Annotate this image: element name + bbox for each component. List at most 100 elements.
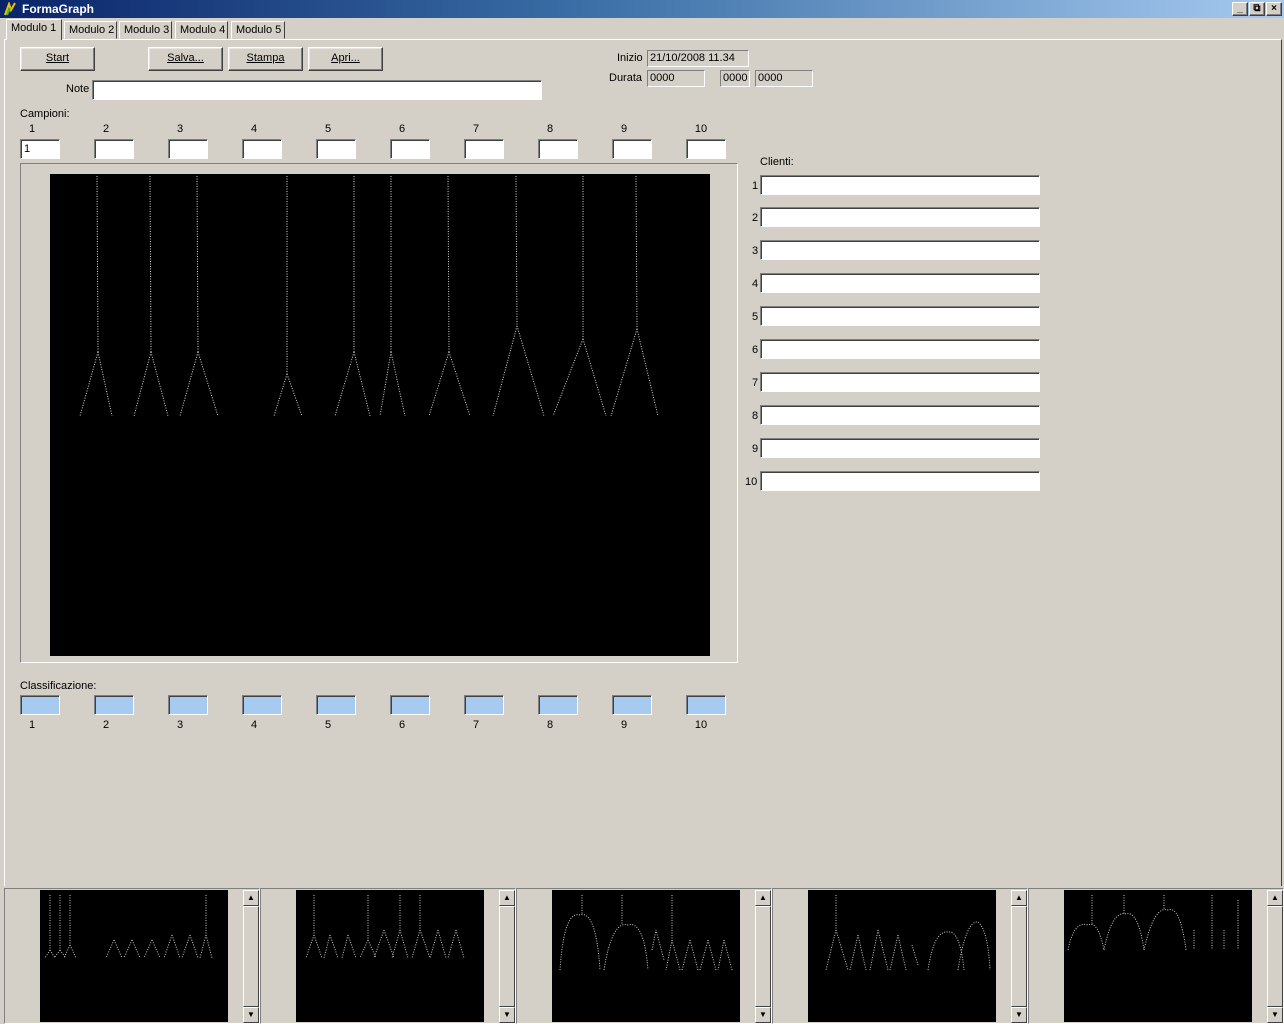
campione-input-2[interactable] — [94, 139, 134, 159]
campione-number: 10 — [694, 123, 708, 135]
scroll-up-icon[interactable]: ▲ — [755, 890, 771, 906]
module-3-scrollbar[interactable]: ▲ ▼ — [755, 890, 771, 1023]
cliente-number: 2 — [752, 212, 759, 224]
classificazione-box-3 — [168, 695, 208, 715]
classificazione-box-10 — [686, 695, 726, 715]
scroll-down-icon[interactable]: ▼ — [1011, 1007, 1027, 1023]
classificazione-box-7 — [464, 695, 504, 715]
module-5-thumbnail-panel[interactable]: ▲ ▼ — [1028, 888, 1284, 1024]
scroll-thumb[interactable] — [1011, 906, 1027, 1007]
cliente-number: 3 — [752, 245, 759, 257]
cliente-input-6[interactable] — [760, 339, 1040, 359]
open-button[interactable]: Apri... — [308, 47, 383, 71]
scroll-thumb[interactable] — [755, 906, 771, 1007]
cliente-number: 5 — [752, 311, 759, 323]
tab-modulo-5[interactable]: Modulo 5 — [231, 21, 285, 39]
campione-input-3[interactable] — [168, 139, 208, 159]
growth-plot — [50, 174, 710, 656]
tab-modulo-4[interactable]: Modulo 4 — [175, 21, 228, 39]
classificazione-number: 4 — [250, 719, 258, 731]
cliente-number: 10 — [745, 476, 758, 488]
scroll-thumb[interactable] — [499, 906, 515, 1007]
module-2-thumbnail[interactable] — [296, 890, 484, 1022]
tab-modulo-1[interactable]: Modulo 1 — [6, 19, 62, 40]
save-button[interactable]: Salva... — [148, 47, 223, 71]
classificazione-number: 2 — [102, 719, 110, 731]
cliente-number: 6 — [752, 344, 759, 356]
module-3-thumbnail[interactable] — [552, 890, 740, 1022]
scroll-up-icon[interactable]: ▲ — [1011, 890, 1027, 906]
start-button[interactable]: Start — [20, 47, 95, 71]
campione-number: 5 — [324, 123, 332, 135]
module-1-thumbnail-panel[interactable]: ▲ ▼ — [4, 888, 260, 1024]
scroll-up-icon[interactable]: ▲ — [1267, 890, 1283, 906]
print-button[interactable]: Stampa — [228, 47, 303, 71]
inizio-value: 21/10/2008 11.34 — [647, 50, 749, 67]
module-2-thumbnail-panel[interactable]: ▲ ▼ — [260, 888, 516, 1024]
campione-number: 4 — [250, 123, 258, 135]
tab-modulo-2[interactable]: Modulo 2 — [64, 21, 117, 39]
campione-input-9[interactable] — [612, 139, 652, 159]
scroll-up-icon[interactable]: ▲ — [499, 890, 515, 906]
cliente-number: 8 — [752, 410, 759, 422]
campione-input-8[interactable] — [538, 139, 578, 159]
scroll-thumb[interactable] — [243, 906, 259, 1007]
classificazione-number: 6 — [398, 719, 406, 731]
campione-input-5[interactable] — [316, 139, 356, 159]
tab-modulo-3[interactable]: Modulo 3 — [119, 21, 172, 39]
module-4-thumbnail-panel[interactable]: ▲ ▼ — [772, 888, 1028, 1024]
scroll-up-icon[interactable]: ▲ — [243, 890, 259, 906]
cliente-number: 9 — [752, 443, 759, 455]
cliente-input-8[interactable] — [760, 405, 1040, 425]
campione-number: 1 — [28, 123, 36, 135]
classificazione-box-8 — [538, 695, 578, 715]
note-field[interactable] — [92, 80, 542, 100]
campione-input-10[interactable] — [686, 139, 726, 159]
campione-number: 9 — [620, 123, 628, 135]
minimize-button[interactable]: _ — [1232, 2, 1248, 16]
classificazione-box-6 — [390, 695, 430, 715]
cliente-input-1[interactable] — [760, 175, 1040, 195]
note-label: Note — [66, 83, 90, 95]
module-3-thumbnail-panel[interactable]: ▲ ▼ — [516, 888, 772, 1024]
campione-number: 8 — [546, 123, 554, 135]
durata-value-1: 0000 — [647, 70, 705, 87]
scroll-down-icon[interactable]: ▼ — [499, 1007, 515, 1023]
module-5-thumbnail[interactable] — [1064, 890, 1252, 1022]
module-5-scrollbar[interactable]: ▲ ▼ — [1267, 890, 1283, 1023]
classificazione-number: 7 — [472, 719, 480, 731]
clienti-label: Clienti: — [760, 156, 794, 168]
scroll-down-icon[interactable]: ▼ — [1267, 1007, 1283, 1023]
module-4-thumbnail[interactable] — [808, 890, 996, 1022]
window-title: FormaGraph — [22, 2, 95, 16]
cliente-input-4[interactable] — [760, 273, 1040, 293]
cliente-input-5[interactable] — [760, 306, 1040, 326]
classificazione-number: 3 — [176, 719, 184, 731]
campione-input-7[interactable] — [464, 139, 504, 159]
cliente-input-7[interactable] — [760, 372, 1040, 392]
scroll-down-icon[interactable]: ▼ — [243, 1007, 259, 1023]
campione-input-4[interactable] — [242, 139, 282, 159]
campione-number: 6 — [398, 123, 406, 135]
module-1-thumbnail[interactable] — [40, 890, 228, 1022]
classificazione-number: 8 — [546, 719, 554, 731]
classificazione-number: 9 — [620, 719, 628, 731]
module-4-scrollbar[interactable]: ▲ ▼ — [1011, 890, 1027, 1023]
formagraph-app-icon — [4, 2, 16, 16]
durata-value-2: 0000 — [720, 70, 750, 87]
close-button[interactable]: × — [1266, 2, 1282, 16]
restore-button[interactable]: ⧉ — [1249, 2, 1265, 16]
module-2-scrollbar[interactable]: ▲ ▼ — [499, 890, 515, 1023]
campione-input-6[interactable] — [390, 139, 430, 159]
campione-input-1[interactable] — [20, 139, 60, 159]
classificazione-box-2 — [94, 695, 134, 715]
scroll-thumb[interactable] — [1267, 906, 1283, 1007]
cliente-input-2[interactable] — [760, 207, 1040, 227]
cliente-input-3[interactable] — [760, 240, 1040, 260]
cliente-input-9[interactable] — [760, 438, 1040, 458]
cliente-input-10[interactable] — [760, 471, 1040, 491]
module-1-scrollbar[interactable]: ▲ ▼ — [243, 890, 259, 1023]
scroll-down-icon[interactable]: ▼ — [755, 1007, 771, 1023]
durata-value-3: 0000 — [755, 70, 813, 87]
classificazione-box-5 — [316, 695, 356, 715]
